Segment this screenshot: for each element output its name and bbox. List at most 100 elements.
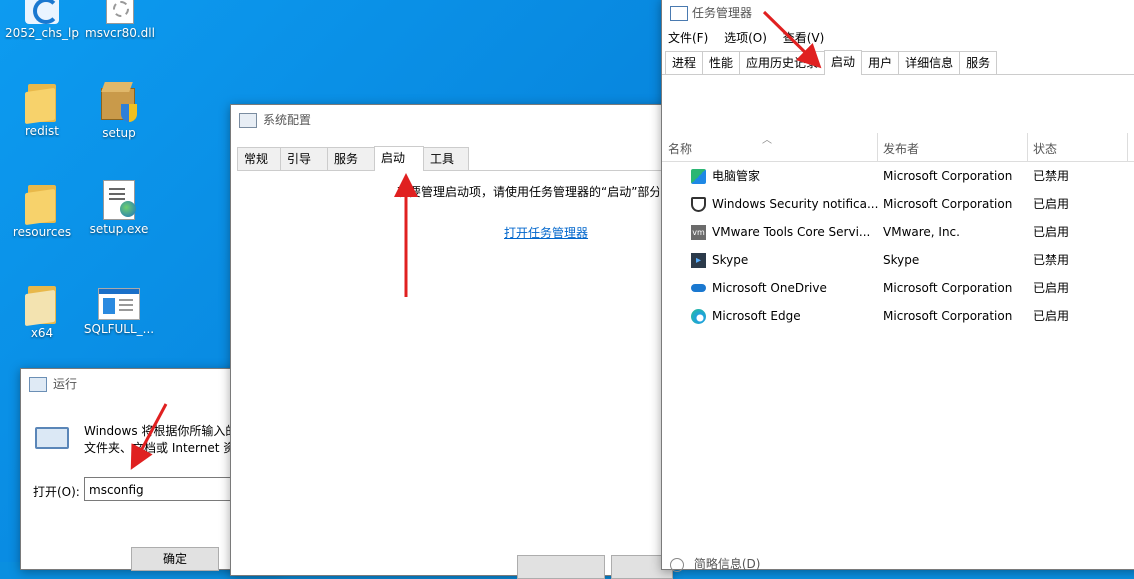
startup-publisher: VMware, Inc. (883, 225, 960, 239)
desktop-icon-redist[interactable]: redist (2, 82, 82, 138)
edge-icon (691, 309, 706, 324)
tab-services[interactable]: 服务 (327, 147, 375, 170)
run-title: 运行 (53, 377, 78, 391)
chevron-up-icon (670, 557, 684, 572)
startup-name: Windows Security notifica... (712, 197, 879, 211)
desktop-icon-x64[interactable]: x64 (2, 284, 82, 340)
column-name[interactable]: 名称 (668, 140, 692, 157)
tab-performance[interactable]: 性能 (702, 51, 741, 74)
menu-view[interactable]: 查看(V) (783, 31, 825, 45)
menu-options[interactable]: 选项(O) (724, 31, 767, 45)
tab-startup[interactable]: 启动 (374, 146, 424, 171)
startup-status: 已启用 (1033, 281, 1070, 295)
tab-startup[interactable]: 启动 (824, 50, 863, 75)
msconfig-window: 系统配置 常规 引导 服务 启动 工具 若要管理启动项，请使用任务管理器的“启动… (230, 104, 673, 579)
column-publisher[interactable]: 发布者 (883, 140, 919, 157)
taskmgr-tabs: 进程 性能 应用历史记录 启动 用户 详细信息 服务 (662, 50, 1134, 75)
app-icon (25, 0, 59, 24)
folder-icon (25, 183, 59, 226)
startup-status: 已启用 (1033, 225, 1070, 239)
startup-name: Skype (712, 253, 749, 267)
desktop-icon-resources[interactable]: resources (2, 183, 82, 239)
run-ok-button[interactable]: 确定 (131, 547, 219, 571)
column-status[interactable]: 状态 (1033, 140, 1057, 157)
shield-icon (691, 197, 706, 212)
desktop-icon-label: x64 (30, 326, 54, 340)
startup-row[interactable]: Microsoft OneDrive Microsoft Corporation… (662, 274, 1134, 302)
startup-publisher: Microsoft Corporation (883, 169, 1013, 183)
taskmgr-menubar: 文件(F) 选项(O) 查看(V) (662, 27, 1134, 49)
onedrive-icon (691, 284, 706, 292)
tab-general[interactable]: 常规 (237, 147, 281, 170)
run-command-value: msconfig (89, 483, 144, 497)
desktop-icon-label: 2052_chs_lp (5, 26, 79, 40)
desktop-icon-sqlfull[interactable]: SQLFULL_... (79, 288, 159, 336)
startup-row[interactable]: 电脑管家 Microsoft Corporation 已禁用 (662, 162, 1134, 190)
menu-file[interactable]: 文件(F) (668, 31, 708, 45)
fewer-details-label: 简略信息(D) (693, 557, 761, 571)
desktop-icon-label: setup (102, 126, 136, 140)
desktop-icon-2052-chs-lp[interactable]: 2052_chs_lp (2, 0, 82, 40)
startup-name: Microsoft Edge (712, 309, 801, 323)
tab-tools[interactable]: 工具 (423, 147, 469, 170)
open-task-manager-link[interactable]: 打开任务管理器 (504, 224, 588, 241)
msconfig-titlebar: 系统配置 (231, 105, 671, 135)
tab-details[interactable]: 详细信息 (898, 51, 961, 74)
run-open-label: 打开(O): (33, 485, 80, 499)
startup-status: 已禁用 (1033, 169, 1070, 183)
startup-row[interactable]: Microsoft Edge Microsoft Corporation 已启用 (662, 302, 1134, 330)
msconfig-title: 系统配置 (263, 113, 312, 127)
desktop-icon-setup[interactable]: setup (79, 80, 159, 140)
setup-installer-icon (99, 80, 139, 124)
startup-row[interactable]: Windows Security notifica... Microsoft C… (662, 190, 1134, 218)
desktop: 2052_chs_lp msvcr80.dll redist setup res… (0, 0, 1134, 579)
folder-icon (25, 82, 59, 125)
taskmgr-icon (670, 6, 688, 21)
folder-icon (25, 284, 59, 327)
desktop-icon-label: SQLFULL_... (83, 322, 155, 336)
startup-publisher: Microsoft Corporation (883, 281, 1013, 295)
msconfig-message: 若要管理启动项，请使用任务管理器的“启动”部分 (397, 185, 659, 199)
startup-publisher: Skype (883, 253, 920, 267)
task-manager-window: 任务管理器 文件(F) 选项(O) 查看(V) 进程 性能 应用历史记录 启动 … (661, 0, 1134, 572)
tab-services[interactable]: 服务 (959, 51, 998, 74)
startup-status: 已启用 (1033, 309, 1070, 323)
startup-row[interactable]: vm VMware Tools Core Servi... VMware, In… (662, 218, 1134, 246)
tab-boot[interactable]: 引导 (280, 147, 328, 170)
vmware-icon: vm (691, 225, 706, 240)
run-description-line1: Windows 将根据你所输入的 (84, 424, 238, 438)
dll-file-icon (106, 0, 134, 24)
run-large-icon (35, 427, 69, 449)
taskmgr-titlebar: 任务管理器 (662, 0, 1134, 27)
taskmgr-title: 任务管理器 (692, 6, 753, 20)
exe-file-icon (103, 180, 136, 220)
msconfig-tabs: 常规 引导 服务 启动 工具 (237, 146, 665, 171)
startup-name: 电脑管家 (712, 169, 761, 183)
startup-status: 已启用 (1033, 197, 1070, 211)
app-window-icon (98, 288, 140, 320)
startup-status: 已禁用 (1033, 253, 1070, 267)
desktop-icon-msvcr80[interactable]: msvcr80.dll (80, 0, 160, 40)
skype-icon: ▸ (691, 253, 706, 268)
tab-processes[interactable]: 进程 (665, 51, 704, 74)
desktop-icon-label: redist (25, 124, 59, 138)
desktop-icon-label: resources (12, 225, 72, 239)
startup-publisher: Microsoft Corporation (883, 309, 1013, 323)
desktop-icon-label: setup.exe (89, 222, 149, 236)
tab-users[interactable]: 用户 (861, 51, 900, 74)
tab-app-history[interactable]: 应用历史记录 (739, 51, 826, 74)
desktop-icon-label: msvcr80.dll (85, 26, 155, 40)
startup-name: VMware Tools Core Servi... (712, 225, 871, 239)
run-ok-label: 确定 (162, 552, 187, 566)
fewer-details-toggle[interactable]: 简略信息(D) (670, 555, 760, 572)
desktop-icon-setup-exe[interactable]: setup.exe (79, 180, 159, 236)
startup-row[interactable]: ▸ Skype Skype 已禁用 (662, 246, 1134, 274)
pc-manager-icon (691, 169, 706, 184)
msconfig-button[interactable] (517, 555, 605, 579)
msconfig-icon (239, 113, 257, 128)
run-icon (29, 377, 47, 392)
taskmgr-column-header: 名称 发布者 状态 (662, 133, 1134, 162)
startup-name: Microsoft OneDrive (712, 281, 827, 295)
run-description-line2: 文件夹、文档或 Internet 资 (84, 441, 236, 455)
startup-publisher: Microsoft Corporation (883, 197, 1013, 211)
